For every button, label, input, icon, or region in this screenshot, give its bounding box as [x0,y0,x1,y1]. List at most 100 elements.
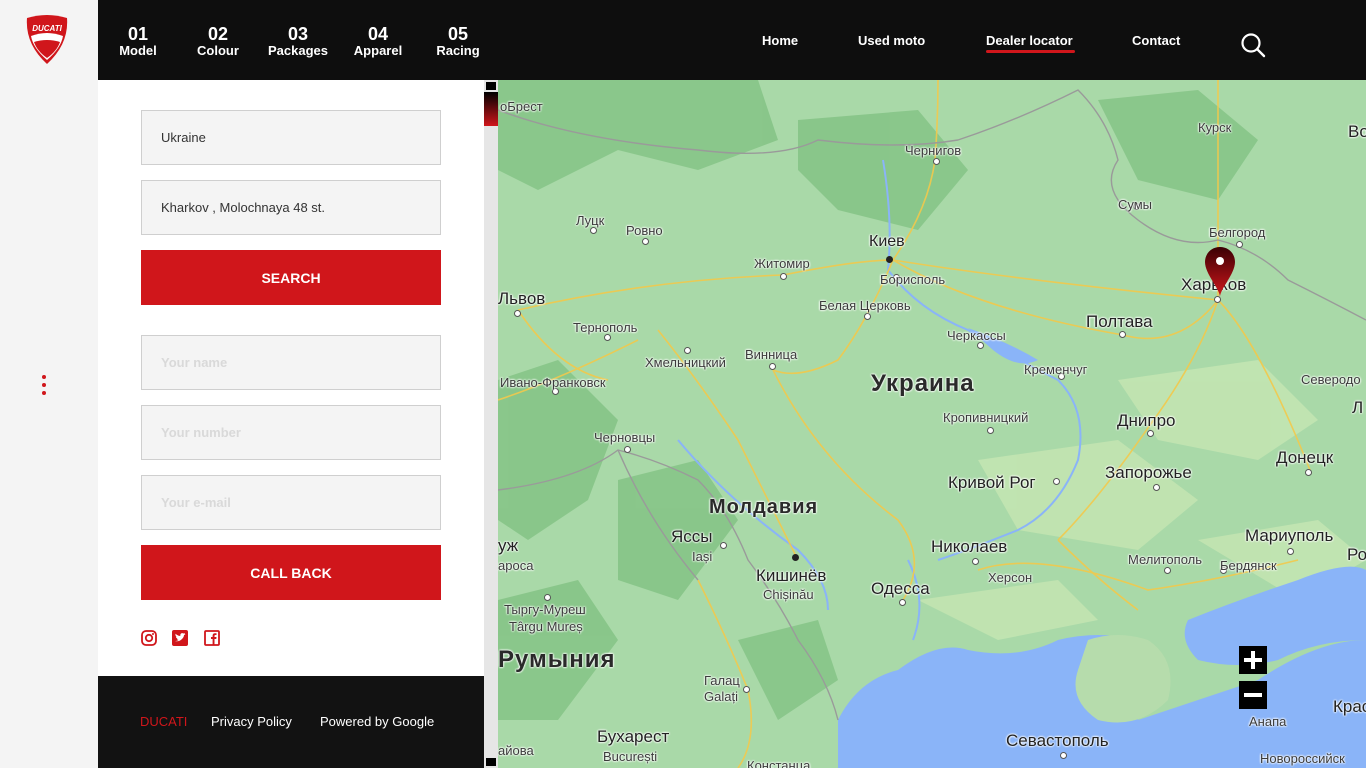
map-pin-icon[interactable] [1203,245,1237,299]
step-number: 05 [447,24,469,44]
city-dot [1053,478,1060,485]
city-dot [514,310,521,317]
city-dot [1287,548,1294,555]
map-label: Анапа [1249,714,1287,729]
powered-by-google-link[interactable]: Powered by Google [320,714,434,729]
zoom-out-button[interactable] [1239,681,1267,709]
city-dot [977,342,984,349]
map-label: Чернигов [905,143,962,158]
city-dot [769,363,776,370]
map-label: Chișinău [763,587,814,602]
minus-icon [1244,693,1262,697]
city-dot [972,558,979,565]
map-label: București [603,749,658,764]
map-label-country: Украина [871,370,975,397]
step-number: 01 [127,24,149,44]
map-terrain [498,80,1366,768]
map-label: уж [498,536,519,555]
step-label: Packages [268,43,328,58]
map-label: Крас [1333,697,1366,716]
email-field[interactable] [141,475,441,530]
call-back-button[interactable]: CALL BACK [141,545,441,600]
map-label: Мелитополь [1128,552,1203,567]
panel-scrollbar[interactable] [484,80,498,768]
scroll-down-arrow-icon[interactable] [486,758,496,766]
map-label: Херсон [988,570,1033,585]
city-dot [684,347,691,354]
city-dot [743,686,750,693]
search-icon[interactable] [1240,32,1266,58]
footer-brand-link[interactable]: DUCATI [140,714,187,729]
city-dot [1060,752,1067,759]
nav-home[interactable]: Home [762,33,798,48]
map-label: Ровно [626,223,663,238]
map-label: Галац [704,673,740,688]
step-model[interactable]: 01 Model [98,24,178,58]
map-label: Хмельницкий [645,355,726,370]
number-field[interactable] [141,405,441,460]
map-label: Полтава [1086,312,1153,331]
city-dot [1147,430,1154,437]
city-dot [720,542,727,549]
capital-dot [886,256,893,263]
map-label: Николаев [931,537,1008,556]
map-label: Львов [498,289,546,308]
instagram-icon[interactable] [141,630,157,646]
map-label: Севастополь [1006,731,1109,750]
step-colour[interactable]: 02 Colour [178,24,258,58]
city-dot [1164,567,1171,574]
nav-used-moto[interactable]: Used moto [858,33,925,48]
facebook-icon[interactable] [204,630,220,646]
map-label: Черкассы [947,328,1006,343]
dealer-map[interactable]: оБрест Курск Во Чернигов Сумы Белгород Л… [498,80,1366,768]
map-label: Тернополь [573,320,638,335]
address-field[interactable] [141,180,441,235]
twitter-icon[interactable] [172,630,188,646]
step-packages[interactable]: 03 Packages [258,24,338,58]
scroll-thumb[interactable] [484,92,498,126]
map-label: Донецк [1276,448,1334,467]
nav-dealer-locator[interactable]: Dealer locator [986,33,1075,53]
map-label: Курск [1198,120,1232,135]
country-field[interactable] [141,110,441,165]
map-label: Днипро [1117,411,1176,430]
capital-dot [792,554,799,561]
map-label: Кривой Рог [948,473,1036,492]
step-racing[interactable]: 05 Racing [418,24,498,58]
map-label: Сумы [1118,197,1153,212]
ducati-logo[interactable]: DUCATI [23,14,71,66]
map-label-country: Румыния [498,646,616,673]
more-options-icon[interactable] [41,375,47,395]
step-label: Colour [197,43,239,58]
step-number: 03 [287,24,309,44]
map-label: Запорожье [1105,463,1192,482]
map-label: Galați [704,689,738,704]
city-dot [780,273,787,280]
step-label: Racing [436,43,480,58]
privacy-policy-link[interactable]: Privacy Policy [211,714,292,729]
name-field[interactable] [141,335,441,390]
zoom-in-button[interactable] [1239,646,1267,674]
search-button[interactable]: SEARCH [141,250,441,305]
map-label: Новороссийск [1260,751,1345,766]
map-label: Мариуполь [1245,526,1334,545]
footer: DUCATI Privacy Policy Powered by Google [98,676,484,768]
step-apparel[interactable]: 04 Apparel [338,24,418,58]
plus-icon [1244,651,1262,669]
scroll-up-arrow-icon[interactable] [486,82,496,90]
map-label: Кропивницкий [943,410,1029,425]
step-label: Apparel [353,43,403,58]
map-label: Житомир [754,256,810,271]
map-label: Луцк [576,213,605,228]
map-label: Iași [692,549,713,564]
step-label: Model [119,43,157,58]
step-number: 04 [367,24,389,44]
map-label: Кременчуг [1024,362,1088,377]
city-dot [544,594,551,601]
city-dot [642,238,649,245]
map-label: Бухарест [597,727,670,746]
nav-contact[interactable]: Contact [1132,33,1180,48]
map-label: Бердянск [1220,558,1277,573]
city-dot [864,313,871,320]
map-label: Târgu Mureș [509,619,583,634]
